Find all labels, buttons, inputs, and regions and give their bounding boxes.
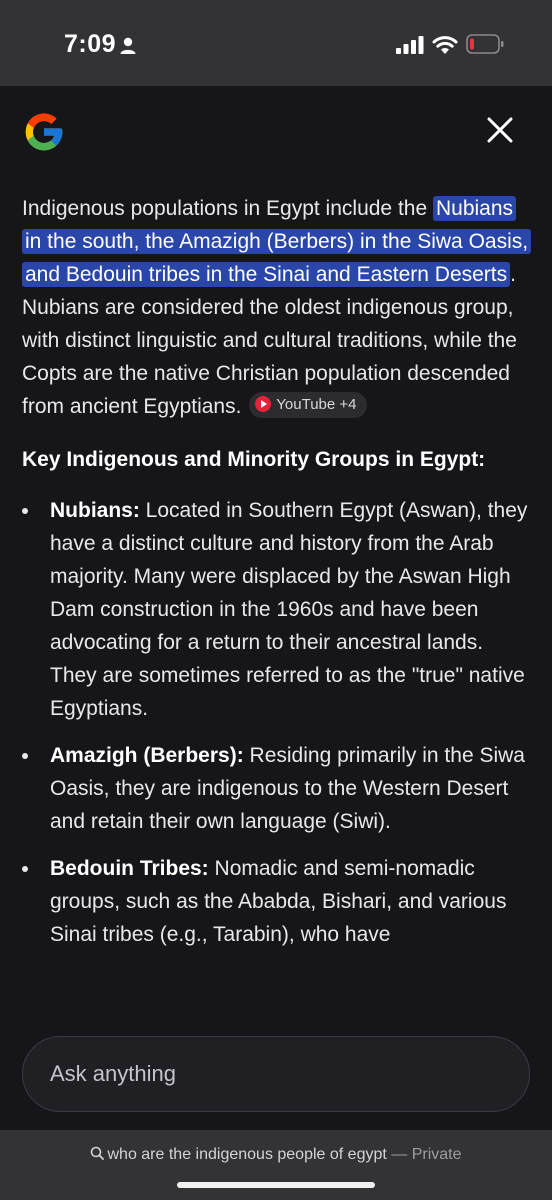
private-label: Private <box>411 1146 462 1163</box>
bottom-bar: who are the indigenous people of egypt —… <box>0 1130 552 1200</box>
ask-input[interactable]: Ask anything <box>22 1036 530 1112</box>
group-name: Nubians: <box>50 499 140 522</box>
ask-placeholder: Ask anything <box>50 1061 176 1086</box>
person-icon <box>120 37 136 54</box>
query-text: who are the indigenous people of egypt <box>107 1146 387 1163</box>
query-separator: — <box>386 1146 412 1163</box>
cellular-signal-icon <box>396 36 424 54</box>
source-chip[interactable]: YouTube +4 <box>249 392 367 419</box>
query-line[interactable]: who are the indigenous people of egypt —… <box>0 1146 552 1164</box>
answer-content: Indigenous populations in Egypt include … <box>22 192 532 965</box>
list-item: Nubians: Located in Southern Egypt (Aswa… <box>22 494 532 725</box>
google-g-logo <box>25 113 63 151</box>
list-item: Bedouin Tribes: Nomadic and semi-nomadic… <box>22 852 532 951</box>
list-item: Amazigh (Berbers): Residing primarily in… <box>22 739 532 838</box>
home-indicator[interactable] <box>177 1182 375 1188</box>
close-icon <box>487 117 513 143</box>
status-bar: 7:09 <box>0 0 552 86</box>
battery-low-icon <box>466 34 504 54</box>
answer-intro: Indigenous populations in Egypt include … <box>22 192 532 423</box>
intro-text: Indigenous populations in Egypt include … <box>22 197 433 220</box>
group-list: Nubians: Located in Southern Egypt (Aswa… <box>22 494 532 951</box>
close-button[interactable] <box>480 110 520 150</box>
group-name: Amazigh (Berbers): <box>50 744 244 767</box>
wifi-icon <box>432 36 458 54</box>
youtube-icon <box>255 396 272 413</box>
source-chip-label: YouTube +4 <box>276 396 357 414</box>
group-description: Located in Southern Egypt (Aswan), they … <box>50 499 528 720</box>
ai-answer-sheet: Indigenous populations in Egypt include … <box>0 86 552 1130</box>
section-heading: Key Indigenous and Minority Groups in Eg… <box>22 448 486 471</box>
search-icon <box>91 1146 105 1160</box>
group-name: Bedouin Tribes: <box>50 857 209 880</box>
status-time: 7:09 <box>64 30 117 58</box>
